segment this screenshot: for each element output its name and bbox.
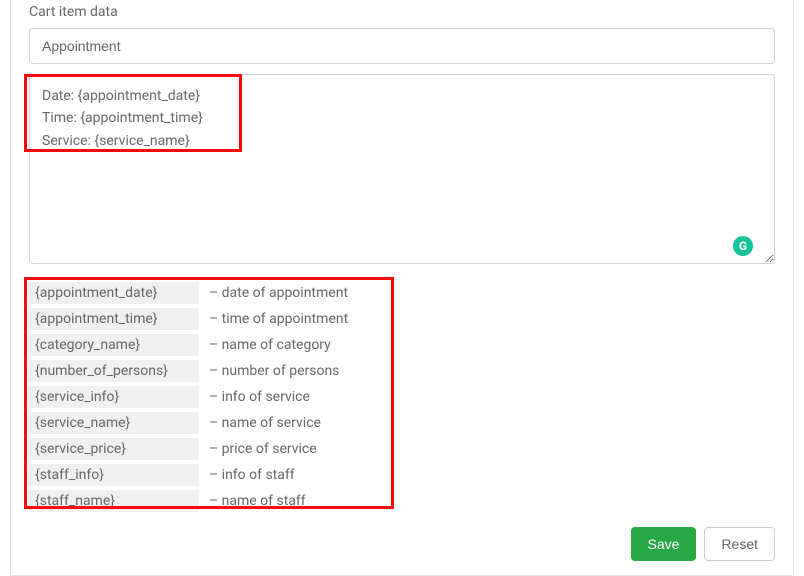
token-desc: – number of persons: [209, 363, 775, 379]
token-key[interactable]: {service_name}: [29, 412, 199, 434]
token-desc: – name of staff: [209, 493, 775, 509]
token-key[interactable]: {service_info}: [29, 386, 199, 408]
button-row: Save Reset: [631, 527, 776, 561]
token-desc: – name of service: [209, 415, 775, 431]
tokens-list: {appointment_date} – date of appointment…: [29, 268, 775, 512]
token-row: {category_name} – name of category: [29, 334, 775, 356]
cart-item-body-textarea[interactable]: [29, 74, 775, 264]
token-row: {number_of_persons} – number of persons: [29, 360, 775, 382]
token-key[interactable]: {staff_name}: [29, 490, 199, 512]
token-desc: – info of staff: [209, 467, 775, 483]
token-desc: – info of service: [209, 389, 775, 405]
token-desc: – price of service: [209, 441, 775, 457]
token-row: {service_info} – info of service: [29, 386, 775, 408]
token-row: {staff_name} – name of staff: [29, 490, 775, 512]
token-row: {appointment_date} – date of appointment: [29, 282, 775, 304]
token-desc: – date of appointment: [209, 285, 775, 301]
token-desc: – name of category: [209, 337, 775, 353]
grammarly-icon[interactable]: G: [733, 236, 753, 256]
token-row: {staff_info} – info of staff: [29, 464, 775, 486]
token-row: {service_price} – price of service: [29, 438, 775, 460]
save-button[interactable]: Save: [631, 527, 697, 561]
textarea-wrap: G: [29, 74, 775, 268]
section-label: Cart item data: [29, 0, 775, 28]
token-key[interactable]: {number_of_persons}: [29, 360, 199, 382]
reset-button[interactable]: Reset: [704, 527, 775, 561]
token-key[interactable]: {appointment_date}: [29, 282, 199, 304]
token-desc: – time of appointment: [209, 311, 775, 327]
token-row: {appointment_time} – time of appointment: [29, 308, 775, 330]
token-key[interactable]: {service_price}: [29, 438, 199, 460]
token-key[interactable]: {appointment_time}: [29, 308, 199, 330]
token-key[interactable]: {staff_info}: [29, 464, 199, 486]
cart-item-title-input[interactable]: [29, 28, 775, 64]
token-row: {service_name} – name of service: [29, 412, 775, 434]
token-key[interactable]: {category_name}: [29, 334, 199, 356]
settings-panel: Cart item data G {appointment_date} – da…: [10, 0, 794, 576]
